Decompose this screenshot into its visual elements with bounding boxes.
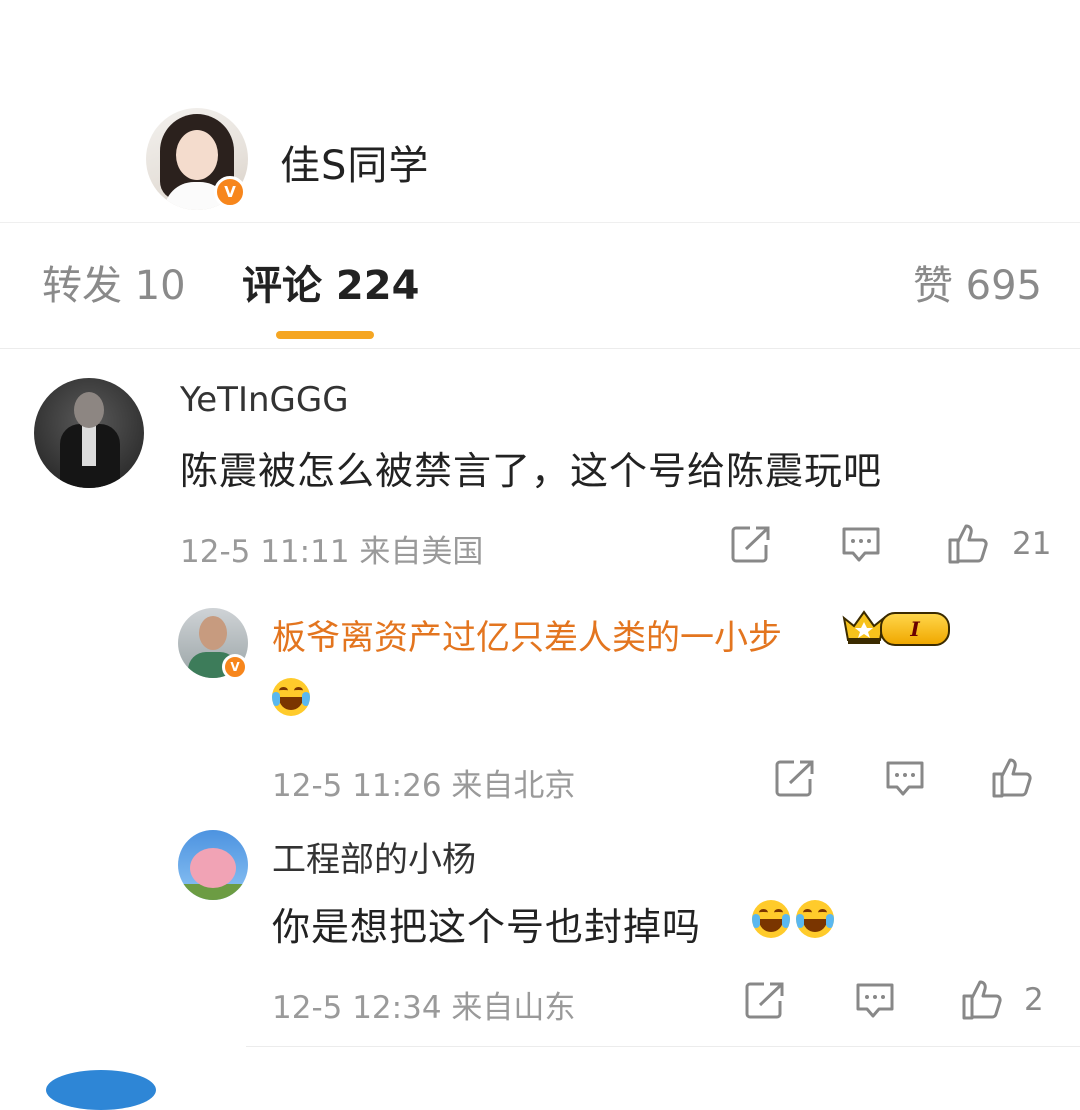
like-count: 2 (1024, 982, 1044, 1018)
tab-comment[interactable]: 评论 224 (242, 262, 419, 310)
avatar[interactable] (46, 1070, 156, 1110)
divider (0, 222, 1080, 223)
comment-icon[interactable] (854, 980, 896, 1020)
avatar[interactable] (178, 830, 248, 900)
verified-badge-icon: V (214, 176, 246, 208)
laughing-tears-emoji-icon (752, 900, 790, 938)
share-icon[interactable] (744, 980, 786, 1020)
avatar[interactable] (34, 378, 144, 488)
comment-meta: 12-5 12:34 来自山东 (272, 990, 576, 1026)
comment-username[interactable]: 工程部的小杨 (272, 832, 476, 881)
comment-text: 陈震被怎么被禁言了，这个号给陈震玩吧 (180, 449, 883, 493)
comment-username[interactable]: YeTInGGG (180, 380, 349, 420)
tab-repost[interactable]: 转发 10 (42, 262, 186, 310)
laughing-tears-emoji-icon (272, 678, 310, 716)
like-count: 21 (1012, 526, 1052, 562)
divider (246, 1046, 1080, 1047)
tab-like[interactable]: 赞 695 (913, 262, 1042, 310)
verified-badge-icon: V (222, 654, 248, 680)
share-icon[interactable] (730, 524, 772, 564)
comment-icon[interactable] (840, 524, 882, 564)
divider (0, 348, 1080, 349)
thumbs-up-icon[interactable] (946, 520, 992, 566)
level-badge: I (880, 612, 950, 646)
comment-text: 你是想把这个号也封掉吗 (272, 905, 702, 949)
comment-meta: 12-5 11:11 来自美国 (180, 534, 484, 570)
thumbs-up-icon[interactable] (960, 976, 1006, 1022)
share-icon[interactable] (774, 758, 816, 798)
author-name[interactable]: 佳S同学 (280, 133, 429, 191)
comment-username[interactable]: 板爷离资产过亿只差人类的一小步 (272, 610, 782, 659)
active-tab-indicator (276, 331, 374, 339)
laughing-tears-emoji-icon (796, 900, 834, 938)
comment-meta: 12-5 11:26 来自北京 (272, 768, 576, 804)
thumbs-up-icon[interactable] (990, 754, 1036, 800)
comment-icon[interactable] (884, 758, 926, 798)
